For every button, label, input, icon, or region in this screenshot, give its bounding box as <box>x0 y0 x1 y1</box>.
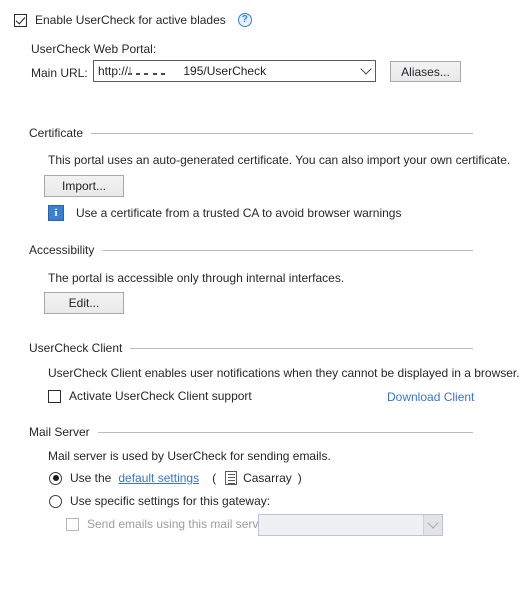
usercheck-client-group-header: UserCheck Client <box>29 341 473 355</box>
mail-server-description: Mail server is used by UserCheck for sen… <box>48 449 331 463</box>
activate-usercheck-client-checkbox[interactable] <box>48 389 61 403</box>
usercheck-settings-panel: Enable UserCheck for active blades ? Use… <box>0 0 520 596</box>
usercheck-client-group-title: UserCheck Client <box>29 341 123 355</box>
mail-server-dropdown-arrow <box>423 515 442 535</box>
main-url-suffix: 195/UserCheck <box>183 64 267 78</box>
info-glyph: i <box>54 207 58 219</box>
mail-server-default-prefix: Use the <box>70 471 112 485</box>
accessibility-group-title: Accessibility <box>29 243 95 257</box>
certificate-group-title: Certificate <box>29 126 84 140</box>
certificate-info-text: Use a certificate from a trusted CA to a… <box>76 206 402 220</box>
main-url-value: http:// 195/UserCheck <box>94 64 357 78</box>
mail-server-group-header: Mail Server <box>29 425 473 439</box>
send-emails-checkbox <box>66 517 79 531</box>
default-settings-link[interactable]: default settings <box>118 471 199 485</box>
mail-server-specific-radio[interactable] <box>49 494 62 508</box>
send-emails-row: Send emails using this mail server: <box>66 517 272 531</box>
certificate-description: This portal uses an auto-generated certi… <box>48 153 511 167</box>
send-emails-label: Send emails using this mail server: <box>87 517 273 531</box>
usercheck-client-group-rule <box>130 347 473 349</box>
mail-server-specific-option-row[interactable]: Use specific settings for this gateway: <box>49 494 270 508</box>
main-url-label: Main URL: <box>31 66 88 80</box>
edit-button[interactable]: Edit... <box>44 292 124 314</box>
aliases-button[interactable]: Aliases... <box>390 61 461 82</box>
activate-usercheck-client-label: Activate UserCheck Client support <box>69 389 252 403</box>
import-button[interactable]: Import... <box>44 175 124 197</box>
enable-usercheck-label: Enable UserCheck for active blades <box>35 13 226 27</box>
accessibility-group-rule <box>102 249 473 251</box>
main-url-prefix: http:// <box>98 64 129 78</box>
chevron-down-icon <box>360 63 372 75</box>
mail-server-object-name: Casarray <box>243 471 292 485</box>
main-url-dropdown-arrow[interactable] <box>357 63 375 75</box>
mail-server-default-option-row[interactable]: Use the default settings ( Casarray ) <box>49 471 302 485</box>
help-circle-icon[interactable]: ? <box>237 13 252 27</box>
mail-server-default-radio[interactable] <box>49 471 62 485</box>
download-client-link[interactable]: Download Client <box>387 390 474 404</box>
paren-close: ) <box>297 471 302 485</box>
mail-server-group-rule <box>97 431 473 433</box>
accessibility-group-header: Accessibility <box>29 243 473 257</box>
enable-usercheck-row[interactable]: Enable UserCheck for active blades ? <box>14 13 252 27</box>
certificate-info-row: i Use a certificate from a trusted CA to… <box>48 205 401 221</box>
main-url-redacted-text <box>128 66 180 78</box>
mail-server-specific-label: Use specific settings for this gateway: <box>70 494 271 508</box>
info-square-icon: i <box>48 205 64 221</box>
certificate-group-rule <box>91 132 473 134</box>
paren-open: ( <box>212 471 217 485</box>
document-icon <box>225 471 238 485</box>
accessibility-description: The portal is accessible only through in… <box>48 271 345 285</box>
certificate-group-header: Certificate <box>29 126 473 140</box>
chevron-down-icon <box>427 517 439 529</box>
mail-server-combobox <box>258 514 443 536</box>
enable-usercheck-checkbox[interactable] <box>14 13 27 27</box>
main-url-combobox[interactable]: http:// 195/UserCheck <box>93 60 376 82</box>
usercheck-client-description: UserCheck Client enables user notificati… <box>48 366 520 380</box>
web-portal-section-label: UserCheck Web Portal: <box>31 42 157 56</box>
activate-usercheck-client-row[interactable]: Activate UserCheck Client support <box>48 389 252 403</box>
mail-server-group-title: Mail Server <box>29 425 90 439</box>
